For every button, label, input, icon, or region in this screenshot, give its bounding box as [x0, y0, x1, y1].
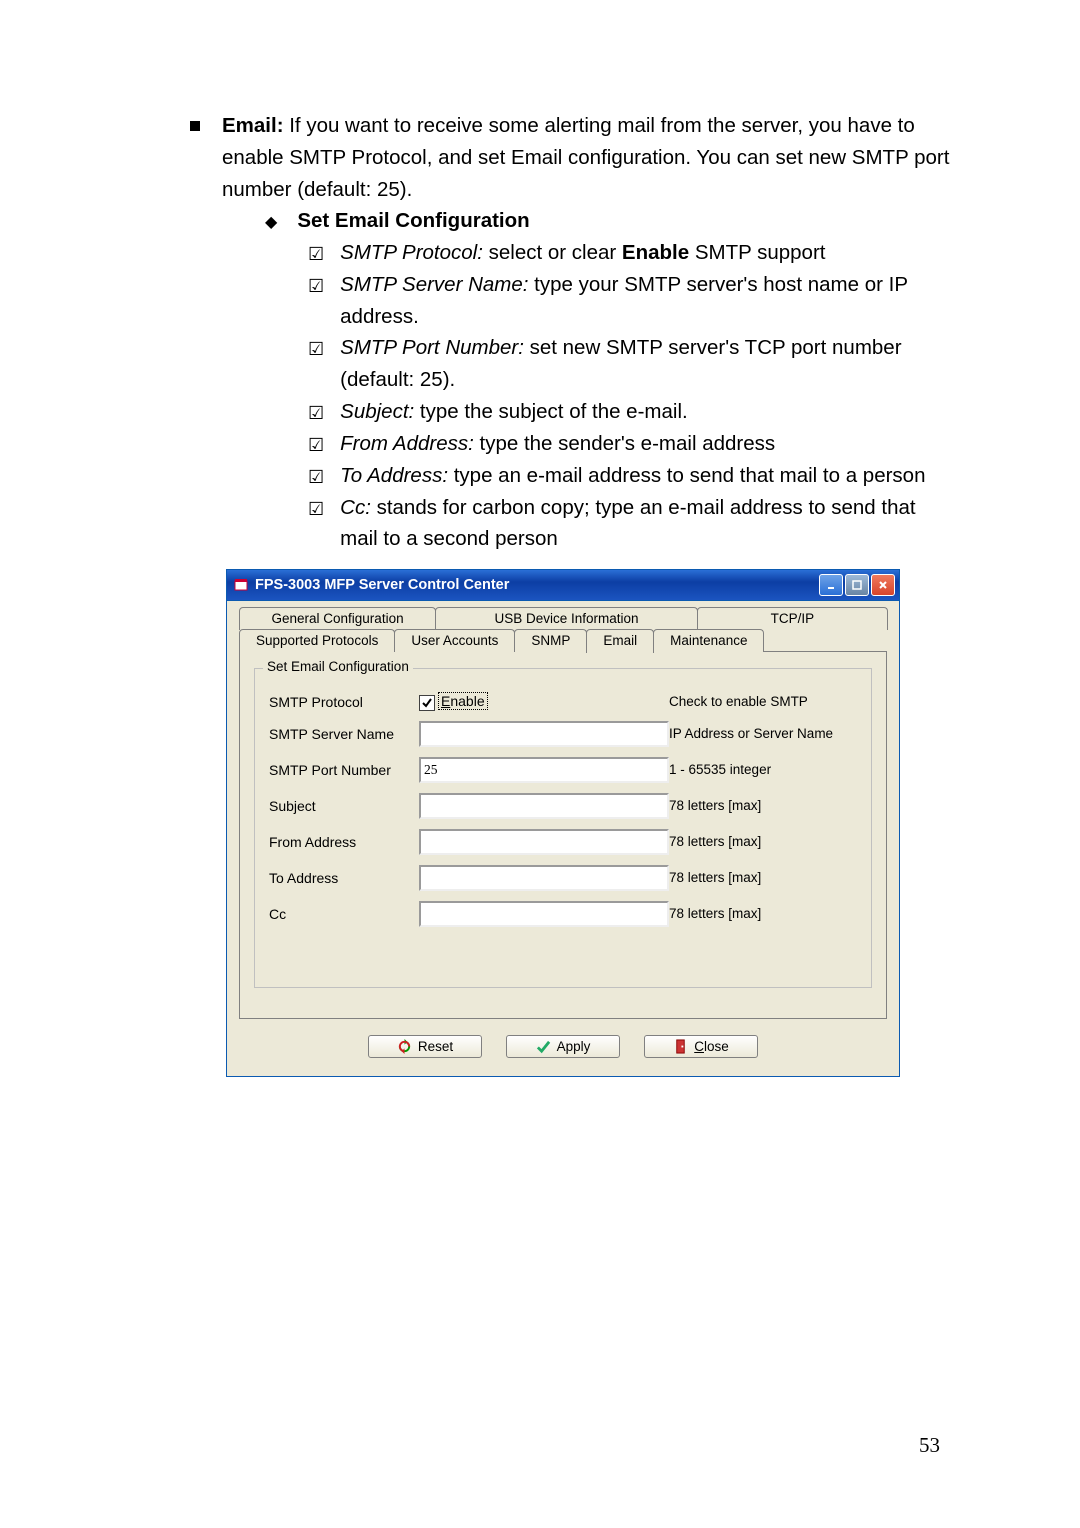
label-from: From Address	[269, 834, 419, 850]
list-item: ☑Subject: type the subject of the e-mail…	[308, 396, 950, 428]
checkbox-icon: ☑	[308, 400, 324, 428]
list-item: ☑SMTP Port Number: set new SMTP server's…	[308, 332, 950, 396]
label-smtp-port: SMTP Port Number	[269, 762, 419, 778]
door-icon	[673, 1039, 688, 1054]
tab-tcpip[interactable]: TCP/IP	[697, 607, 888, 630]
minimize-button[interactable]	[819, 574, 843, 596]
list-item: ☑From Address: type the sender's e-mail …	[308, 428, 950, 460]
refresh-icon	[397, 1039, 412, 1054]
tab-user-accounts[interactable]: User Accounts	[394, 629, 515, 652]
tab-row-top: General Configuration USB Device Informa…	[239, 607, 887, 630]
checkbox-enable[interactable]	[419, 695, 435, 711]
input-cc[interactable]	[419, 901, 669, 927]
label-subject: Subject	[269, 798, 419, 814]
tab-row-bottom: Supported Protocols User Accounts SNMP E…	[239, 629, 887, 652]
close-button[interactable]	[871, 574, 895, 596]
list-item: ☑Cc: stands for carbon copy; type an e-m…	[308, 492, 950, 556]
email-text: If you want to receive some alerting mai…	[222, 114, 949, 201]
tab-pane: Set Email Configuration SMTP Protocol En…	[239, 651, 887, 1018]
hint-cc: 78 letters [max]	[669, 906, 857, 921]
input-from[interactable]	[419, 829, 669, 855]
tab-email[interactable]: Email	[586, 629, 654, 653]
label-to: To Address	[269, 870, 419, 886]
hint-smtp-port: 1 - 65535 integer	[669, 762, 857, 777]
tab-maintenance[interactable]: Maintenance	[653, 629, 764, 652]
hint-smtp-protocol: Check to enable SMTP	[669, 694, 857, 709]
tab-snmp[interactable]: SNMP	[514, 629, 587, 652]
dialog-window: FPS-3003 MFP Server Control Center Gener…	[226, 569, 900, 1076]
hint-from: 78 letters [max]	[669, 834, 857, 849]
input-to[interactable]	[419, 865, 669, 891]
label-smtp-server: SMTP Server Name	[269, 726, 419, 742]
section-email: Email: If you want to receive some alert…	[190, 110, 950, 555]
config-list: ☑SMTP Protocol: select or clear Enable S…	[308, 237, 950, 555]
square-bullet-icon	[190, 121, 200, 131]
checkbox-icon: ☑	[308, 432, 324, 460]
close-dialog-button[interactable]: Close	[644, 1035, 758, 1058]
tab-general[interactable]: General Configuration	[239, 607, 436, 630]
button-row: Reset Apply Close	[239, 1029, 887, 1064]
maximize-button[interactable]	[845, 574, 869, 596]
list-item: ☑SMTP Server Name: type your SMTP server…	[308, 269, 950, 333]
subsection-set-email: ◆ Set Email Configuration	[265, 205, 950, 237]
checkbox-icon: ☑	[308, 496, 324, 556]
input-smtp-port[interactable]	[419, 757, 669, 783]
group-email-config: Set Email Configuration SMTP Protocol En…	[254, 668, 872, 987]
checkbox-icon: ☑	[308, 241, 324, 269]
input-subject[interactable]	[419, 793, 669, 819]
apply-button[interactable]: Apply	[506, 1035, 620, 1058]
checkbox-icon: ☑	[308, 273, 324, 333]
check-icon	[536, 1039, 551, 1054]
page-number: 53	[919, 1433, 940, 1458]
hint-subject: 78 letters [max]	[669, 798, 857, 813]
reset-button[interactable]: Reset	[368, 1035, 482, 1058]
label-smtp-protocol: SMTP Protocol	[269, 694, 419, 710]
checkbox-icon: ☑	[308, 464, 324, 492]
titlebar[interactable]: FPS-3003 MFP Server Control Center	[227, 570, 899, 601]
label-cc: Cc	[269, 906, 419, 922]
window-title: FPS-3003 MFP Server Control Center	[255, 577, 819, 593]
tab-protocols[interactable]: Supported Protocols	[239, 629, 395, 652]
app-icon	[233, 577, 249, 593]
email-heading: Email:	[222, 114, 284, 137]
list-item: ☑SMTP Protocol: select or clear Enable S…	[308, 237, 950, 269]
checkbox-icon: ☑	[308, 336, 324, 396]
diamond-bullet-icon: ◆	[265, 211, 277, 237]
input-smtp-server[interactable]	[419, 721, 669, 747]
tab-usb[interactable]: USB Device Information	[435, 607, 698, 630]
hint-smtp-server: IP Address or Server Name	[669, 726, 857, 741]
list-item: ☑To Address: type an e-mail address to s…	[308, 460, 950, 492]
hint-to: 78 letters [max]	[669, 870, 857, 885]
checkbox-enable-label[interactable]: Enable	[438, 692, 488, 710]
group-legend: Set Email Configuration	[263, 659, 413, 674]
set-email-heading: Set Email Configuration	[297, 205, 529, 237]
